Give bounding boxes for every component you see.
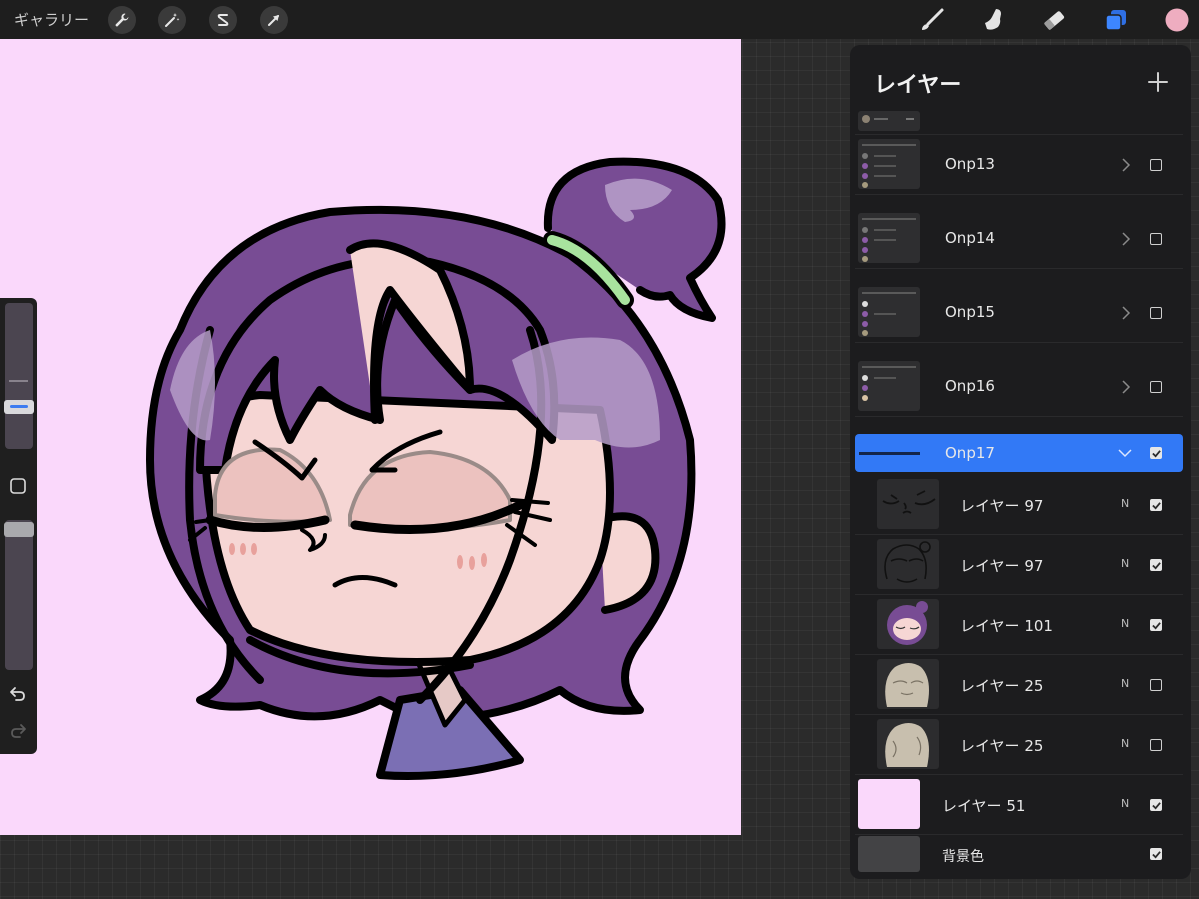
top-toolbar: ギャラリー bbox=[0, 0, 1199, 39]
left-sidebar bbox=[0, 298, 37, 754]
visibility-checkbox[interactable] bbox=[1150, 159, 1162, 171]
layer-thumbnail bbox=[877, 719, 939, 769]
undo-icon[interactable] bbox=[9, 685, 27, 703]
layer-row-group[interactable]: Onp15 bbox=[855, 282, 1183, 343]
blend-mode[interactable]: N bbox=[1121, 497, 1129, 510]
layer-row[interactable]: レイヤー 25 N bbox=[855, 714, 1183, 775]
wrench-icon[interactable] bbox=[108, 6, 136, 34]
color-swatch-icon[interactable] bbox=[1161, 4, 1193, 36]
layer-label: レイヤー 97 bbox=[960, 497, 1044, 515]
layer-label: Onp13 bbox=[945, 155, 995, 173]
layer-row[interactable]: レイヤー 101 N bbox=[855, 594, 1183, 655]
layer-row-group[interactable]: Onp14 bbox=[855, 208, 1183, 269]
blend-mode[interactable]: N bbox=[1121, 737, 1129, 750]
character-illustration bbox=[146, 157, 726, 780]
blend-mode[interactable]: N bbox=[1121, 677, 1129, 690]
layer-row[interactable]: レイヤー 97 N bbox=[855, 474, 1183, 535]
layer-thumbnail bbox=[877, 659, 939, 709]
layer-label: 背景色 bbox=[942, 849, 984, 865]
layer-row-group[interactable]: Onp16 bbox=[855, 356, 1183, 417]
group-thumbnail bbox=[858, 361, 920, 411]
layer-label: レイヤー 97 bbox=[960, 557, 1044, 575]
group-thumbnail bbox=[858, 287, 920, 337]
brush-size-slider[interactable] bbox=[5, 303, 33, 449]
size-indicator bbox=[10, 405, 28, 408]
visibility-checkbox[interactable] bbox=[1150, 499, 1162, 511]
eraser-icon[interactable] bbox=[1038, 4, 1070, 36]
layer-row[interactable]: レイヤー 51 N bbox=[855, 774, 1183, 835]
blend-mode[interactable]: N bbox=[1121, 617, 1129, 630]
arrow-cursor-icon[interactable] bbox=[260, 6, 288, 34]
drawing-canvas[interactable] bbox=[0, 39, 741, 835]
visibility-checkbox[interactable] bbox=[1150, 447, 1162, 459]
gallery-button[interactable]: ギャラリー bbox=[14, 9, 89, 30]
layer-label: Onp15 bbox=[945, 303, 995, 321]
blend-mode[interactable]: N bbox=[1121, 797, 1129, 810]
chevron-right-icon[interactable] bbox=[1120, 232, 1132, 246]
selection-s-icon[interactable] bbox=[209, 6, 237, 34]
visibility-checkbox[interactable] bbox=[1150, 619, 1162, 631]
group-thumbnail bbox=[858, 213, 920, 263]
layer-row[interactable]: レイヤー 97 N bbox=[855, 534, 1183, 595]
layers-panel: レイヤー Onp13 Onp14 Onp15 Onp16 Onp17 レイヤー … bbox=[850, 45, 1191, 879]
layer-row[interactable]: レイヤー 25 N bbox=[855, 654, 1183, 715]
layer-label: Onp17 bbox=[945, 444, 995, 462]
chevron-right-icon[interactable] bbox=[1120, 380, 1132, 394]
opacity-thumb[interactable] bbox=[4, 522, 34, 537]
layer-thumbnail bbox=[877, 599, 939, 649]
visibility-checkbox[interactable] bbox=[1150, 679, 1162, 691]
layer-thumbnail bbox=[858, 111, 920, 131]
modify-button[interactable] bbox=[9, 477, 27, 495]
layer-row-group-partial[interactable] bbox=[855, 81, 1183, 135]
visibility-checkbox[interactable] bbox=[1150, 559, 1162, 571]
color-swatch bbox=[1165, 8, 1189, 32]
brush-icon[interactable] bbox=[916, 4, 948, 36]
layer-thumbnail bbox=[877, 539, 939, 589]
layer-label: レイヤー 51 bbox=[942, 797, 1026, 815]
layer-label: レイヤー 101 bbox=[960, 617, 1053, 635]
blend-mode[interactable]: N bbox=[1121, 557, 1129, 570]
layer-thumbnail bbox=[877, 479, 939, 529]
layer-row-selected[interactable]: Onp17 bbox=[855, 434, 1183, 472]
visibility-checkbox[interactable] bbox=[1150, 739, 1162, 751]
visibility-checkbox[interactable] bbox=[1150, 848, 1162, 860]
opacity-slider[interactable] bbox=[5, 520, 33, 670]
smudge-icon[interactable] bbox=[977, 4, 1009, 36]
brush-size-thumb[interactable] bbox=[4, 400, 34, 414]
layer-label: レイヤー 25 bbox=[960, 677, 1044, 695]
group-thumbnail bbox=[858, 139, 920, 189]
visibility-checkbox[interactable] bbox=[1150, 307, 1162, 319]
chevron-right-icon[interactable] bbox=[1120, 306, 1132, 320]
chevron-right-icon[interactable] bbox=[1120, 158, 1132, 172]
slider-mark bbox=[9, 380, 28, 382]
visibility-checkbox[interactable] bbox=[1150, 381, 1162, 393]
layer-label: レイヤー 25 bbox=[960, 737, 1044, 755]
chevron-down-icon[interactable] bbox=[1118, 446, 1132, 460]
layer-thumbnail bbox=[858, 779, 920, 829]
redo-icon[interactable] bbox=[9, 722, 27, 740]
layer-label: Onp16 bbox=[945, 377, 995, 395]
group-thumbnail-line bbox=[859, 452, 920, 455]
magic-wand-icon[interactable] bbox=[158, 6, 186, 34]
layers-icon[interactable] bbox=[1100, 4, 1132, 36]
layer-label: Onp14 bbox=[945, 229, 995, 247]
layer-thumbnail bbox=[858, 836, 920, 872]
layer-row-background[interactable]: 背景色 bbox=[855, 834, 1183, 876]
layer-row-group[interactable]: Onp13 bbox=[855, 134, 1183, 195]
visibility-checkbox[interactable] bbox=[1150, 233, 1162, 245]
visibility-checkbox[interactable] bbox=[1150, 799, 1162, 811]
